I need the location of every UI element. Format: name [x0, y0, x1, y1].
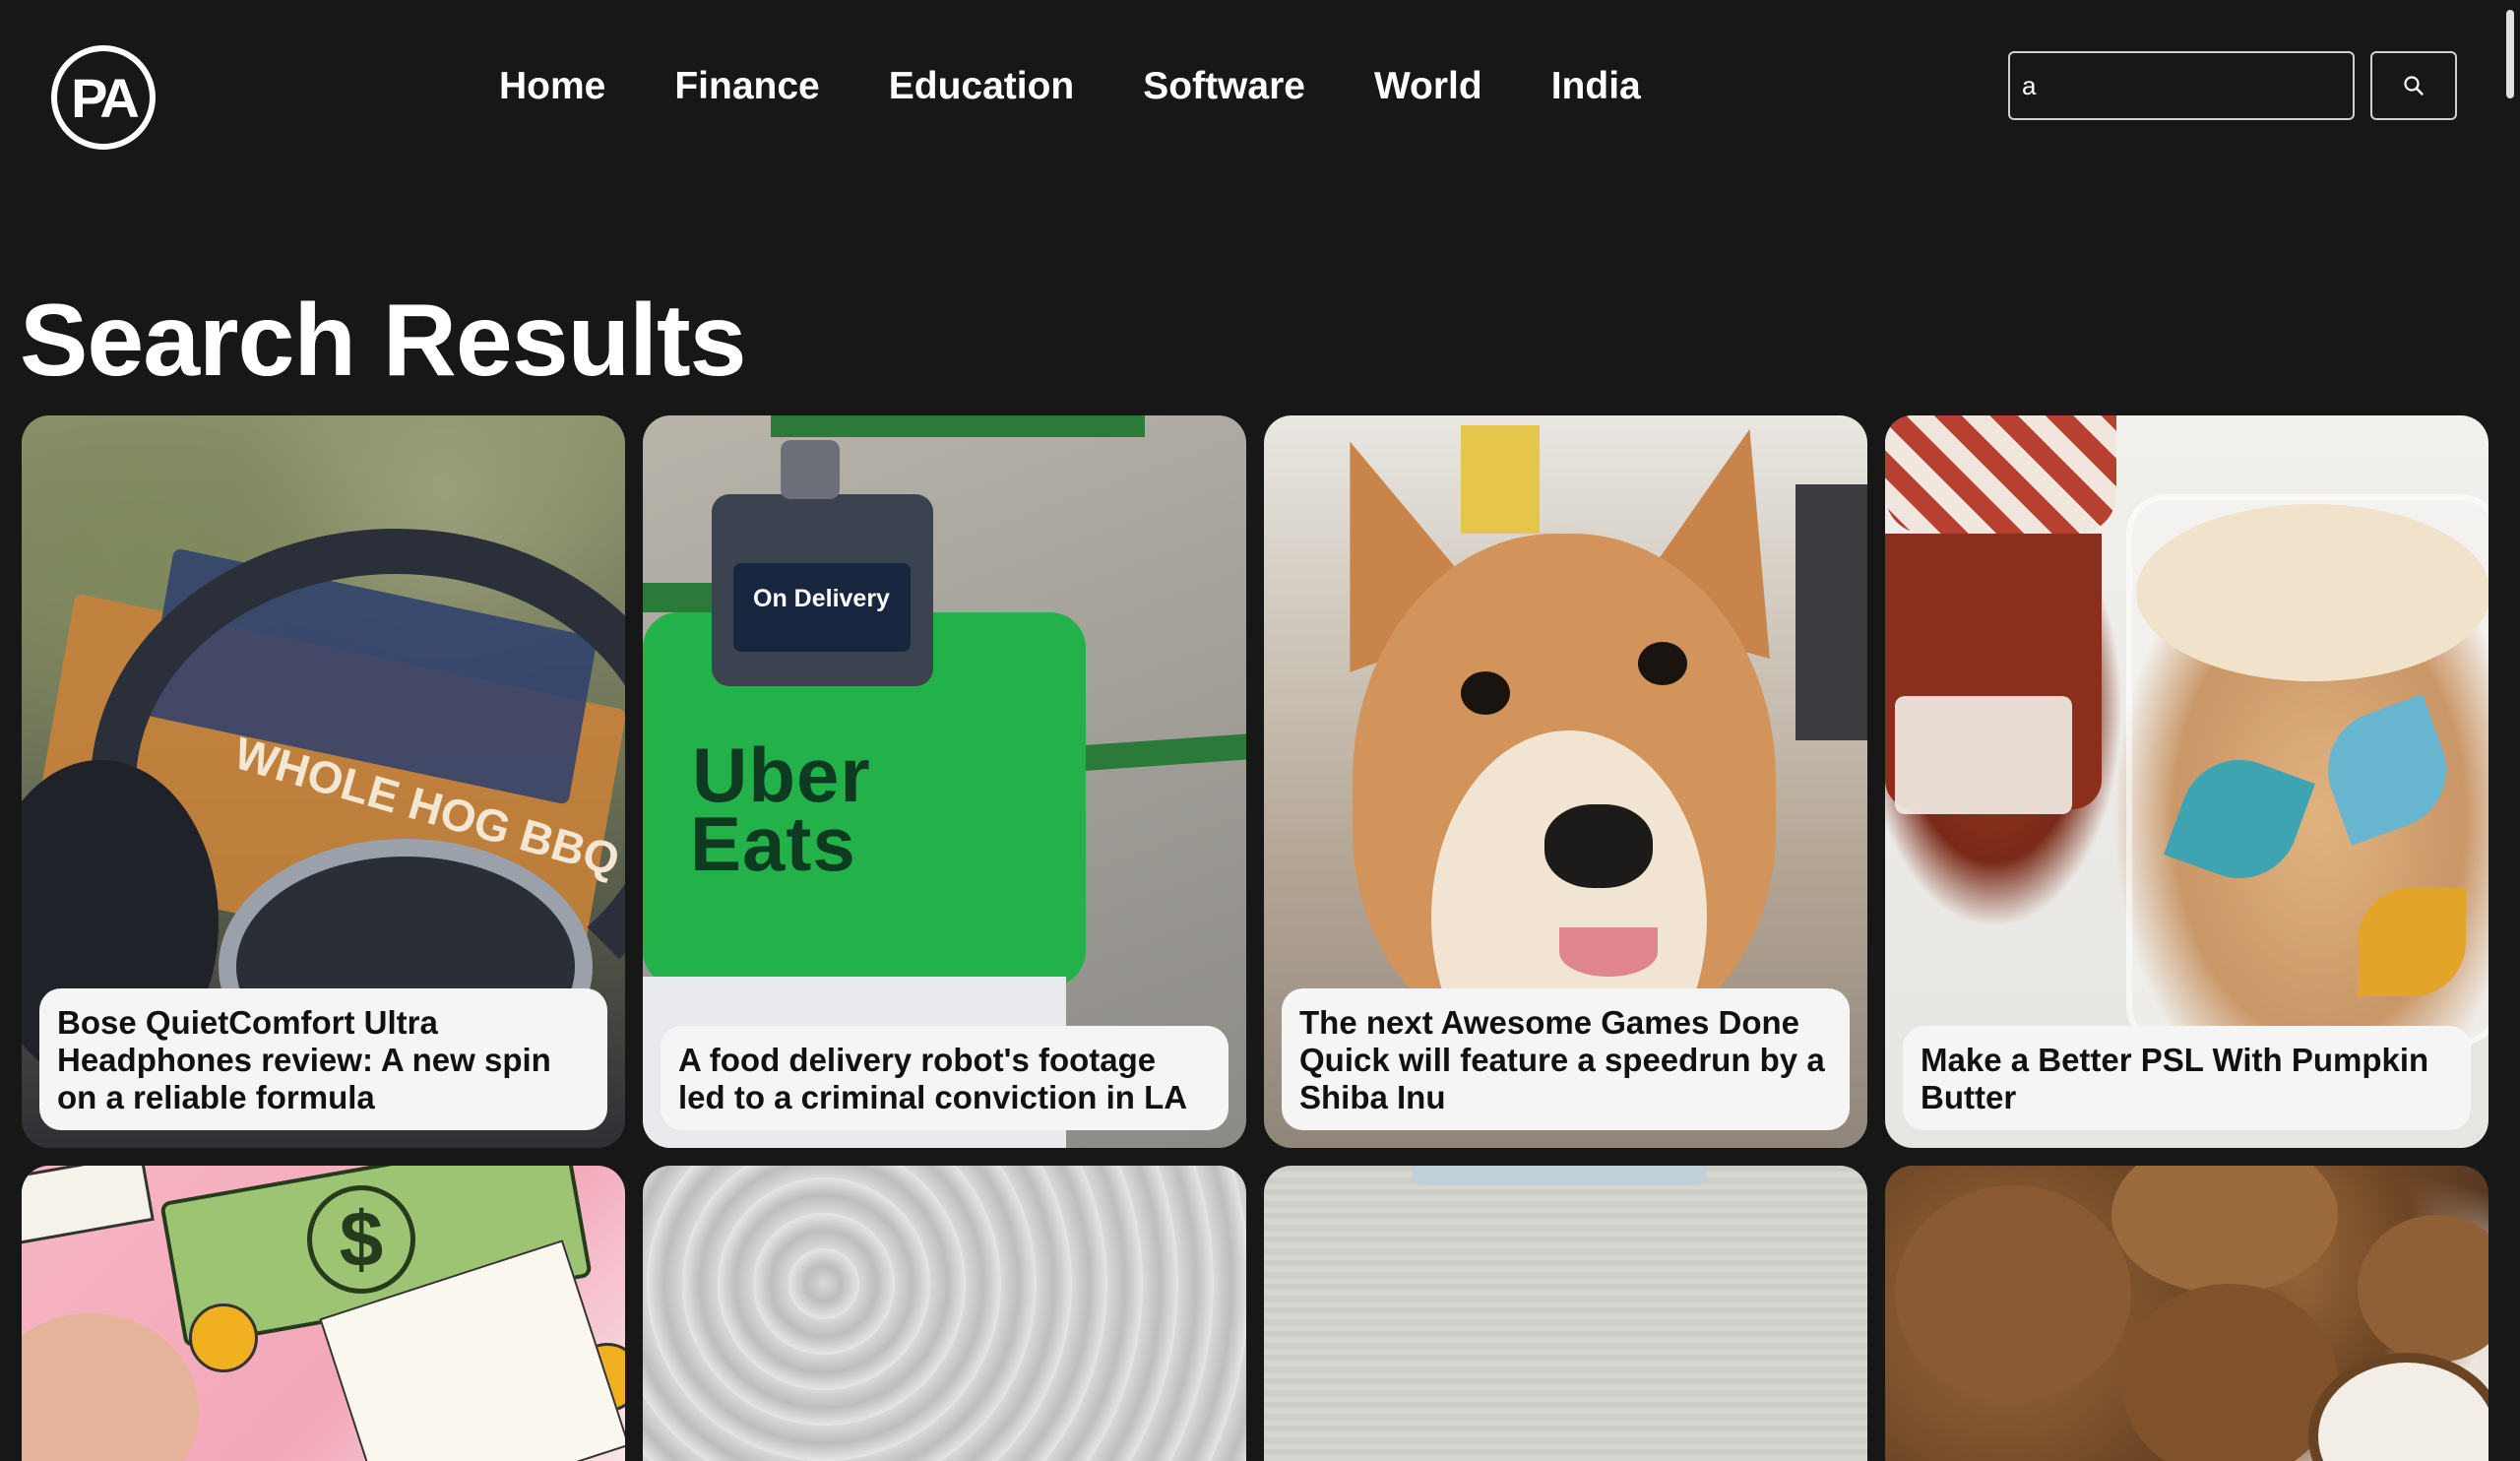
search-input[interactable] [2008, 51, 2355, 120]
card-image-quilt [1264, 1166, 1867, 1461]
robot-brand-line2: Eats [690, 800, 856, 887]
result-card-headphones[interactable]: WHOLE HOG BBQ Bose QuietComfort Ultra He… [22, 415, 625, 1148]
result-card-coconut[interactable] [1885, 1166, 2488, 1461]
card-caption[interactable]: Bose QuietComfort Ultra Headphones revie… [39, 988, 607, 1130]
page-title: Search Results [20, 284, 746, 398]
scrollbar-thumb[interactable] [2506, 10, 2514, 98]
robot-screen-text: On Delivery [753, 585, 890, 612]
card-caption[interactable]: The next Awesome Games Done Quick will f… [1282, 988, 1850, 1130]
nav-software[interactable]: Software [1108, 57, 1340, 116]
main-nav: Home Finance Education Software World In… [465, 57, 1675, 116]
nav-finance[interactable]: Finance [640, 57, 853, 116]
result-card-dog[interactable]: The next Awesome Games Done Quick will f… [1264, 415, 1867, 1148]
top-navbar: PA Home Finance Education Software World… [0, 0, 2520, 173]
card-caption[interactable]: A food delivery robot's footage led to a… [661, 1026, 1228, 1130]
nav-education[interactable]: Education [854, 57, 1109, 116]
results-grid: WHOLE HOG BBQ Bose QuietComfort Ultra He… [22, 415, 2488, 1461]
result-card-quilt[interactable] [1264, 1166, 1867, 1461]
result-card-robot[interactable]: Uber Eats On Delivery A food delivery ro… [643, 415, 1246, 1148]
search-button[interactable] [2370, 51, 2457, 120]
result-card-latte[interactable]: Make a Better PSL With Pumpkin Butter [1885, 415, 2488, 1148]
card-image-money: $ [22, 1166, 625, 1461]
card-image-coconut [1885, 1166, 2488, 1461]
nav-home[interactable]: Home [465, 57, 640, 116]
card-image-pillow [643, 1166, 1246, 1461]
search-icon [2404, 76, 2424, 95]
nav-world[interactable]: World [1340, 57, 1517, 116]
result-card-finance[interactable]: $ [22, 1166, 625, 1461]
site-logo[interactable]: PA [51, 45, 156, 150]
card-caption[interactable]: Make a Better PSL With Pumpkin Butter [1903, 1026, 2471, 1130]
nav-india[interactable]: India [1517, 57, 1675, 116]
result-card-pillow[interactable] [643, 1166, 1246, 1461]
